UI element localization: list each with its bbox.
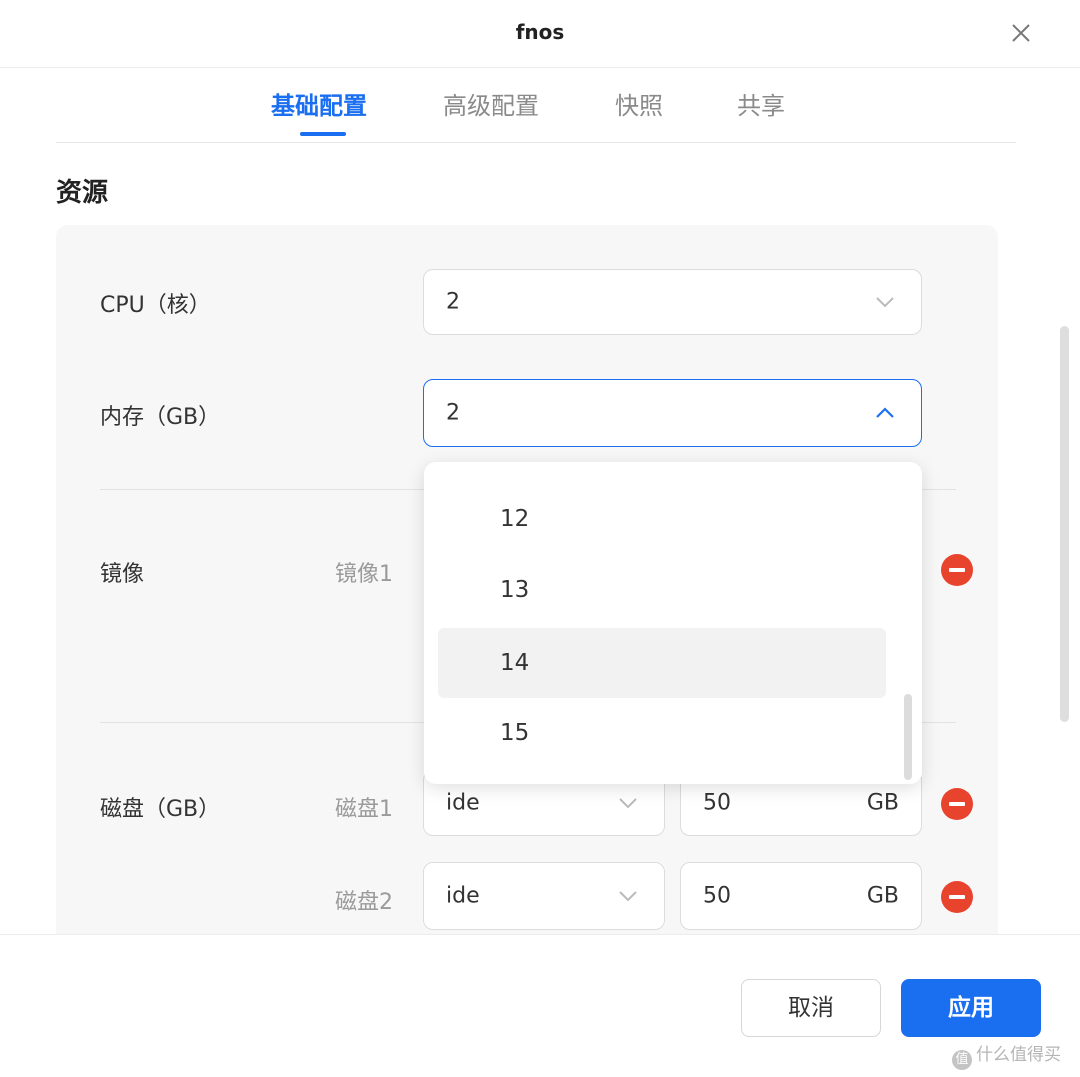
disk-2-type-select[interactable]: ide bbox=[423, 862, 665, 930]
content-scrollbar[interactable] bbox=[1060, 326, 1069, 722]
disk-2-size-input[interactable]: 50 GB bbox=[680, 862, 922, 930]
cancel-button[interactable]: 取消 bbox=[741, 979, 881, 1037]
memory-label: 内存（GB） bbox=[100, 405, 221, 430]
tab-share[interactable]: 共享 bbox=[737, 86, 785, 121]
apply-button[interactable]: 应用 bbox=[901, 979, 1041, 1037]
close-icon[interactable] bbox=[1006, 18, 1036, 48]
watermark-text: 什么值得买 bbox=[976, 1045, 1061, 1065]
chevron-down-icon bbox=[619, 798, 637, 809]
section-title: 资源 bbox=[56, 178, 109, 208]
cpu-label: CPU（核） bbox=[100, 293, 211, 318]
disk-1-label: 磁盘1 bbox=[335, 797, 393, 822]
memory-option-label: 15 bbox=[500, 720, 530, 746]
disk-label: 磁盘（GB） bbox=[100, 797, 221, 822]
memory-option-label: 14 bbox=[500, 650, 530, 676]
disk-1-unit: GB bbox=[866, 790, 899, 816]
disk-1-size-value: 50 bbox=[703, 790, 731, 816]
active-tab-indicator bbox=[300, 132, 346, 136]
tab-bar: 基础配置 高级配置 快照 共享 bbox=[56, 68, 1016, 143]
tab-basic-config[interactable]: 基础配置 bbox=[271, 86, 367, 121]
disk-1-type-value: ide bbox=[446, 790, 480, 816]
remove-disk-1-icon[interactable] bbox=[941, 788, 973, 820]
footer: 取消 应用 bbox=[0, 934, 1080, 1077]
memory-option[interactable]: 13 bbox=[438, 555, 886, 625]
dialog-title: fnos bbox=[515, 20, 565, 44]
memory-value: 2 bbox=[446, 400, 460, 426]
cpu-select[interactable]: 2 bbox=[423, 269, 922, 335]
vm-settings-dialog: fnos 基础配置 高级配置 快照 共享 资源 CPU（核） 2 内存（GB） … bbox=[0, 0, 1080, 1077]
chevron-down-icon bbox=[876, 297, 894, 308]
chevron-down-icon bbox=[619, 891, 637, 902]
watermark-logo-icon: 值 bbox=[952, 1050, 972, 1070]
memory-dropdown: 12 13 14 15 bbox=[424, 462, 922, 784]
memory-option[interactable]: 15 bbox=[438, 698, 886, 768]
tab-advanced-config[interactable]: 高级配置 bbox=[443, 86, 539, 121]
chevron-up-icon bbox=[876, 407, 894, 418]
watermark: 值什么值得买 bbox=[952, 1040, 1061, 1070]
disk-2-size-value: 50 bbox=[703, 883, 731, 909]
cpu-value: 2 bbox=[446, 289, 460, 315]
memory-option-label: 13 bbox=[500, 577, 530, 603]
disk-2-label: 磁盘2 bbox=[335, 890, 393, 915]
memory-option[interactable]: 12 bbox=[438, 484, 886, 554]
dropdown-scrollbar[interactable] bbox=[904, 694, 912, 780]
remove-image-icon[interactable] bbox=[941, 554, 973, 586]
remove-disk-2-icon[interactable] bbox=[941, 881, 973, 913]
title-bar: fnos bbox=[0, 0, 1080, 68]
disk-2-type-value: ide bbox=[446, 883, 480, 909]
disk-2-unit: GB bbox=[866, 883, 899, 909]
tab-snapshot[interactable]: 快照 bbox=[615, 86, 663, 121]
memory-select[interactable]: 2 bbox=[423, 379, 922, 447]
memory-option-label: 12 bbox=[500, 506, 530, 532]
image-item-label: 镜像1 bbox=[335, 562, 393, 587]
image-label: 镜像 bbox=[100, 562, 145, 587]
memory-option-hovered[interactable]: 14 bbox=[438, 628, 886, 698]
